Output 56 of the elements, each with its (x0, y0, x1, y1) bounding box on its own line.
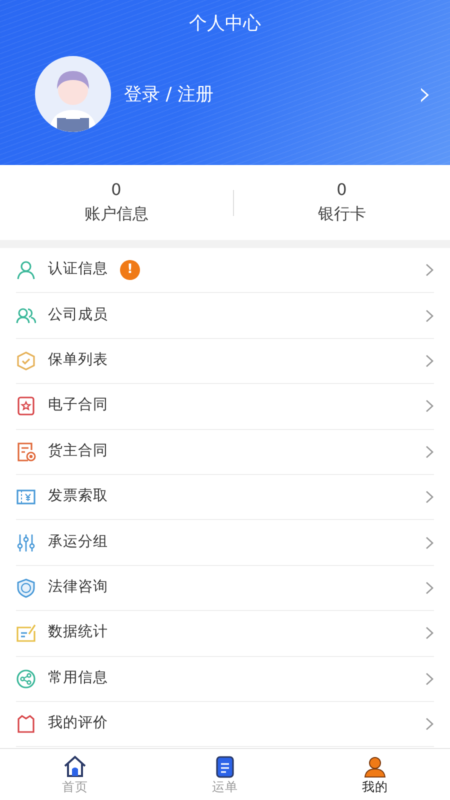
menu-item[interactable]: 承运分组 (0, 520, 450, 566)
tab[interactable]: 我的 (300, 749, 450, 800)
menu-label: 数据统计 (48, 623, 108, 642)
share-icon (16, 668, 36, 689)
chevron-icon (425, 717, 434, 732)
menu-item[interactable]: 认证信息 ! (0, 248, 450, 294)
stat-label[interactable]: 账户信息 (84, 200, 148, 226)
chevron-icon (425, 490, 434, 504)
menu-label: 常用信息 (48, 668, 108, 688)
menu-label: 保单列表 (48, 351, 108, 370)
menu-item[interactable]: 常用信息 (0, 656, 450, 702)
menu-item[interactable]: 数据统计 (0, 611, 450, 657)
menu-item[interactable]: 货主合同 (0, 430, 450, 475)
invoice-icon (16, 487, 36, 508)
menu-item[interactable]: 发票索取 (0, 474, 450, 520)
chevron-icon (425, 444, 434, 459)
page-title: 个人中心 (188, 12, 262, 36)
menu-item[interactable]: 公司成员 (0, 293, 450, 339)
menu-item[interactable]: 电子合同 (0, 384, 450, 430)
menu-label: 电子合同 (48, 396, 108, 416)
login-link[interactable]: 登录 / 注册 (124, 80, 418, 108)
avatar[interactable] (35, 56, 111, 132)
menu-item[interactable]: 法律咨询 (0, 566, 450, 612)
menu-label: 承运分组 (48, 532, 108, 552)
contract-icon (16, 396, 36, 416)
menu-label: 认证信息 (48, 260, 108, 280)
chevron-icon (425, 308, 434, 323)
menu-label: 货主合同 (48, 442, 108, 461)
person-icon (363, 754, 387, 778)
menu-label: 法律咨询 (48, 578, 108, 598)
document-seal-icon (16, 442, 36, 462)
shield-check-icon (16, 350, 36, 371)
document-icon (213, 754, 237, 778)
chevron-icon (425, 672, 434, 686)
menu-label: 公司成员 (48, 306, 108, 325)
chevron-icon (425, 626, 434, 640)
chevron-icon (425, 399, 434, 414)
menu-label: 我的评价 (48, 714, 108, 734)
stat-label[interactable]: 银行卡 (318, 200, 366, 226)
chevron-icon (425, 536, 434, 550)
chevron-icon (425, 580, 434, 595)
warning-badge: ! (120, 260, 140, 280)
menu-label: 发票索取 (48, 487, 108, 506)
home-icon (63, 754, 87, 778)
menu-item[interactable]: 保单列表 (0, 338, 450, 384)
chevron-icon (425, 263, 434, 278)
person-icon (16, 260, 36, 280)
sliders-icon (16, 532, 36, 553)
chevron-icon (425, 354, 434, 368)
review-icon (16, 714, 36, 734)
menu-item[interactable]: 我的评价 (0, 702, 450, 748)
chart-note-icon (16, 623, 36, 644)
shield-law-icon (16, 578, 36, 598)
people-icon (16, 306, 36, 326)
stat-value: 0 (336, 178, 347, 200)
stat-value: 0 (111, 178, 122, 200)
